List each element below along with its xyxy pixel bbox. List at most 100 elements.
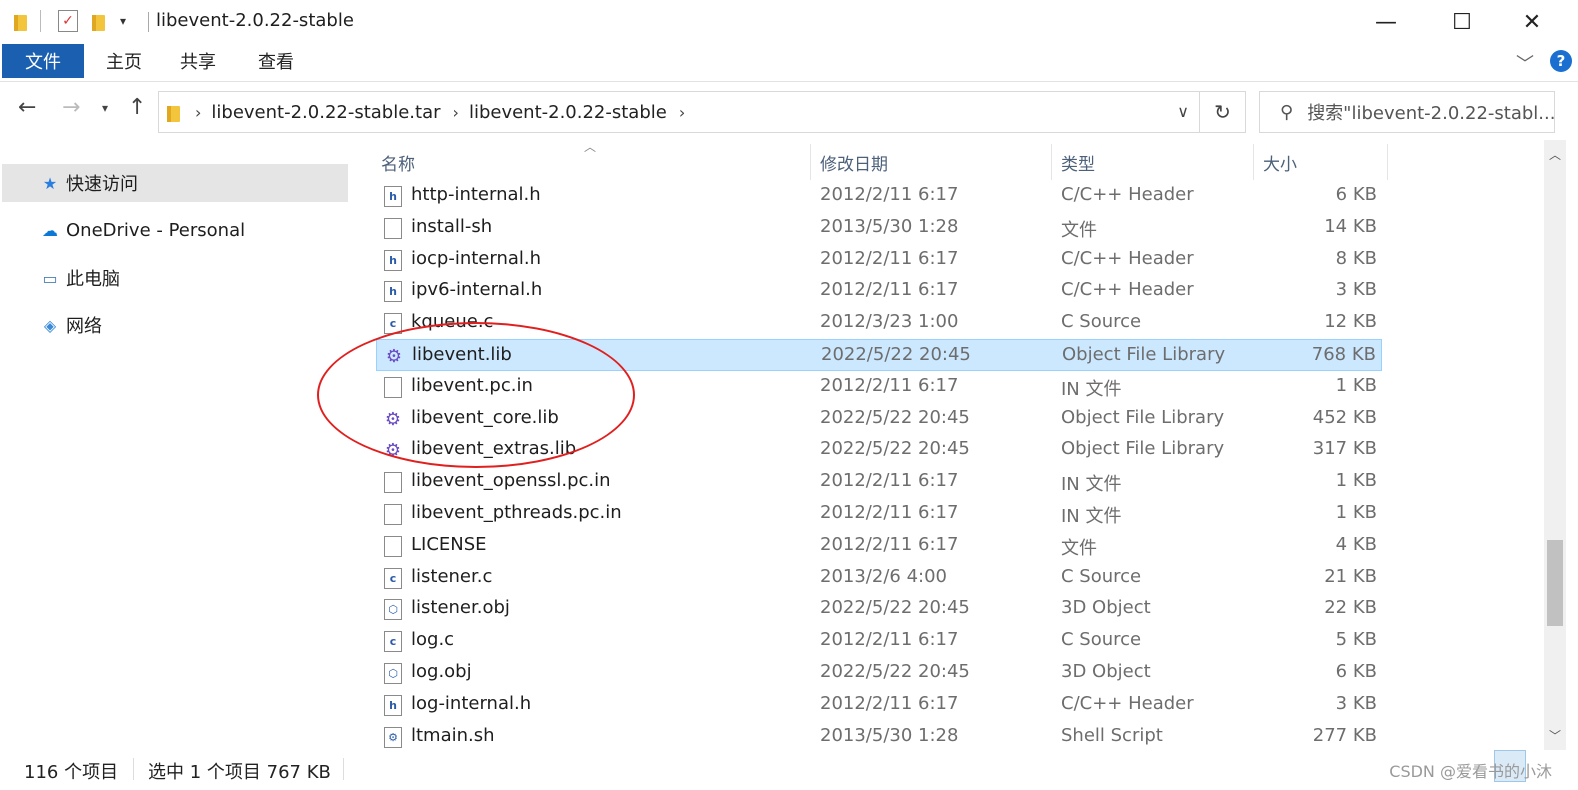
column-divider[interactable] bbox=[1387, 144, 1388, 180]
table-row[interactable]: ⚙ libevent_core.lib 2022/5/22 20:45 Object … bbox=[376, 403, 1382, 435]
file-name: log.c bbox=[411, 629, 455, 651]
file-name: LICENSE bbox=[411, 533, 487, 555]
minimize-button[interactable]: — bbox=[1348, 0, 1424, 44]
table-row[interactable]: h ipv6-internal.h 2012/2/11 6:17 C/C++ Head… bbox=[376, 275, 1382, 307]
cloud-icon: ☁ bbox=[42, 220, 58, 240]
expand-ribbon-icon[interactable]: ﹀ bbox=[1516, 50, 1534, 76]
customize-toolbar-icon[interactable]: ▾ bbox=[120, 14, 126, 28]
file-type: C Source bbox=[1061, 565, 1142, 587]
ribbon-tabs: 文件 主页 共享 查看 ﹀ ? bbox=[0, 44, 1578, 82]
scroll-down-icon[interactable]: ﹀ bbox=[1544, 727, 1566, 744]
file-date: 2022/5/22 20:45 bbox=[820, 597, 970, 619]
file-date: 2012/2/11 6:17 bbox=[820, 692, 959, 714]
window-title: libevent-2.0.22-stable bbox=[156, 10, 354, 31]
forward-button[interactable]: → bbox=[62, 95, 80, 120]
file-name: libevent_extras.lib bbox=[411, 438, 577, 460]
breadcrumb-separator-icon[interactable]: › bbox=[453, 103, 459, 122]
recent-locations-icon[interactable]: ▾ bbox=[102, 101, 108, 115]
file-size: 277 KB bbox=[1312, 724, 1377, 746]
obj-file-icon: ⬡ bbox=[384, 663, 402, 684]
breadcrumb-separator-icon[interactable]: › bbox=[195, 103, 201, 122]
file-size: 21 KB bbox=[1324, 565, 1377, 587]
column-divider[interactable] bbox=[810, 144, 811, 180]
column-size[interactable]: 大小 bbox=[1263, 150, 1297, 175]
obj-file-icon: ⬡ bbox=[384, 599, 402, 621]
tab-home[interactable]: 主页 bbox=[84, 44, 164, 78]
file-date: 2012/2/11 6:17 bbox=[820, 470, 959, 492]
file-size: 6 KB bbox=[1335, 184, 1377, 205]
table-row[interactable]: ⬡ listener.obj 2022/5/22 20:45 3D Object 22 … bbox=[376, 593, 1382, 625]
item-count: 116 个项目 bbox=[24, 762, 119, 783]
file-date: 2012/2/11 6:17 bbox=[820, 279, 959, 301]
divider bbox=[343, 758, 344, 780]
table-row[interactable]: ⚙ libevent_extras.lib 2022/5/22 20:45 Objec… bbox=[376, 434, 1382, 466]
table-row[interactable]: c log.c 2012/2/11 6:17 C Source 5 KB bbox=[376, 625, 1382, 657]
table-row[interactable]: h log-internal.h 2012/2/11 6:17 C/C++ Heade… bbox=[376, 689, 1382, 721]
scrollbar-thumb[interactable] bbox=[1547, 540, 1563, 626]
table-row[interactable]: ⚙ ltmain.sh 2013/5/30 1:28 Shell Script 277 … bbox=[376, 721, 1382, 750]
table-row[interactable]: ⬡ log.obj 2022/5/22 20:45 3D Object 6 KB bbox=[376, 657, 1382, 689]
nav-item-onedrive[interactable]: ☁ OneDrive - Personal bbox=[2, 211, 348, 249]
divider bbox=[40, 10, 41, 32]
breadcrumb-item[interactable]: libevent-2.0.22-stable.tar bbox=[211, 102, 440, 123]
table-row[interactable]: c kqueue.c 2012/3/23 1:00 C Source 12 KB bbox=[376, 307, 1382, 339]
scroll-up-icon[interactable]: ︿ bbox=[1544, 146, 1566, 163]
properties-icon[interactable]: ✓ bbox=[58, 10, 78, 32]
column-type[interactable]: 类型 bbox=[1061, 150, 1095, 175]
status-bar: 116 个项目 选中 1 个项目 767 KB CSDN @爱看书的小沐 bbox=[0, 750, 1578, 790]
table-row[interactable]: c listener.c 2013/2/6 4:00 C Source 21 KB bbox=[376, 562, 1382, 594]
file-type: Object File Library bbox=[1061, 438, 1225, 460]
table-row[interactable]: install-sh 2013/5/30 1:28 文件 14 KB bbox=[376, 212, 1382, 244]
file-size: 1 KB bbox=[1335, 502, 1377, 523]
nav-item-label: 快速访问 bbox=[66, 174, 138, 195]
help-icon[interactable]: ? bbox=[1550, 50, 1572, 72]
search-icon: ⚲ bbox=[1280, 101, 1294, 123]
vertical-scrollbar[interactable]: ︿ ﹀ bbox=[1544, 140, 1566, 750]
column-date[interactable]: 修改日期 bbox=[820, 150, 888, 175]
search-input[interactable]: ⚲ 搜索"libevent-2.0.22-stabl... bbox=[1259, 91, 1555, 133]
h-file-icon: h bbox=[384, 249, 402, 271]
column-divider[interactable] bbox=[1051, 144, 1052, 180]
table-row[interactable]: ⚙ libevent.lib 2022/5/22 20:45 Object File … bbox=[376, 339, 1382, 371]
new-folder-icon[interactable] bbox=[92, 12, 108, 32]
file-size: 1 KB bbox=[1335, 374, 1377, 396]
h-file-icon: h bbox=[384, 281, 402, 303]
table-row[interactable]: h iocp-internal.h 2012/2/11 6:17 C/C++ Head… bbox=[376, 244, 1382, 276]
table-row[interactable]: libevent.pc.in 2012/2/11 6:17 IN 文件 1 KB bbox=[376, 371, 1382, 403]
file-date: 2012/2/11 6:17 bbox=[820, 533, 959, 555]
lib-file-icon: ⚙ bbox=[384, 408, 402, 430]
file-date: 2012/2/11 6:17 bbox=[820, 184, 959, 205]
tab-file[interactable]: 文件 bbox=[2, 44, 84, 78]
navigation-bar: ← → ▾ ↑ › libevent-2.0.22-stable.tar › l… bbox=[0, 83, 1578, 139]
breadcrumb-item[interactable]: libevent-2.0.22-stable bbox=[469, 102, 667, 123]
nav-item-quick-access[interactable]: ★ 快速访问 bbox=[2, 164, 348, 202]
table-row[interactable]: libevent_openssl.pc.in 2012/2/11 6:17 IN 文… bbox=[376, 466, 1382, 498]
back-button[interactable]: ← bbox=[18, 95, 36, 120]
file-type: IN 文件 bbox=[1061, 506, 1122, 527]
tab-view[interactable]: 查看 bbox=[236, 44, 316, 78]
close-button[interactable]: ✕ bbox=[1494, 0, 1570, 44]
tab-share[interactable]: 共享 bbox=[158, 44, 238, 78]
file-date: 2022/5/22 20:45 bbox=[820, 438, 970, 460]
nav-item-this-pc[interactable]: ▭ 此电脑 bbox=[2, 259, 348, 297]
search-placeholder: 搜索"libevent-2.0.22-stabl... bbox=[1307, 103, 1555, 124]
file-type: Object File Library bbox=[1062, 344, 1226, 365]
file-list: ︿ 名称 修改日期 类型 大小 h http-internal.h 2012/2/1… bbox=[352, 140, 1544, 750]
table-row[interactable]: libevent_pthreads.pc.in 2012/2/11 6:17 IN … bbox=[376, 498, 1382, 530]
refresh-button[interactable]: ↻ bbox=[1200, 91, 1246, 133]
file-date: 2022/5/22 20:45 bbox=[821, 344, 971, 365]
nav-item-label: 此电脑 bbox=[66, 269, 120, 290]
up-button[interactable]: ↑ bbox=[128, 95, 146, 120]
chevron-down-icon[interactable]: ∨ bbox=[1177, 102, 1189, 121]
table-row[interactable]: h http-internal.h 2012/2/11 6:17 C/C++ Head… bbox=[376, 180, 1382, 212]
table-row[interactable]: LICENSE 2012/2/11 6:17 文件 4 KB bbox=[376, 530, 1382, 562]
file-name: log-internal.h bbox=[411, 692, 532, 714]
column-name[interactable]: 名称 bbox=[381, 150, 415, 175]
breadcrumb-separator-icon[interactable]: › bbox=[679, 103, 685, 122]
address-bar[interactable]: › libevent-2.0.22-stable.tar › libevent-… bbox=[158, 91, 1200, 133]
maximize-button[interactable]: ☐ bbox=[1424, 0, 1500, 44]
file-name: libevent_core.lib bbox=[411, 406, 559, 428]
column-divider[interactable] bbox=[1253, 144, 1254, 180]
nav-item-network[interactable]: ◈ 网络 bbox=[2, 306, 348, 344]
file-type: C/C++ Header bbox=[1061, 692, 1194, 714]
